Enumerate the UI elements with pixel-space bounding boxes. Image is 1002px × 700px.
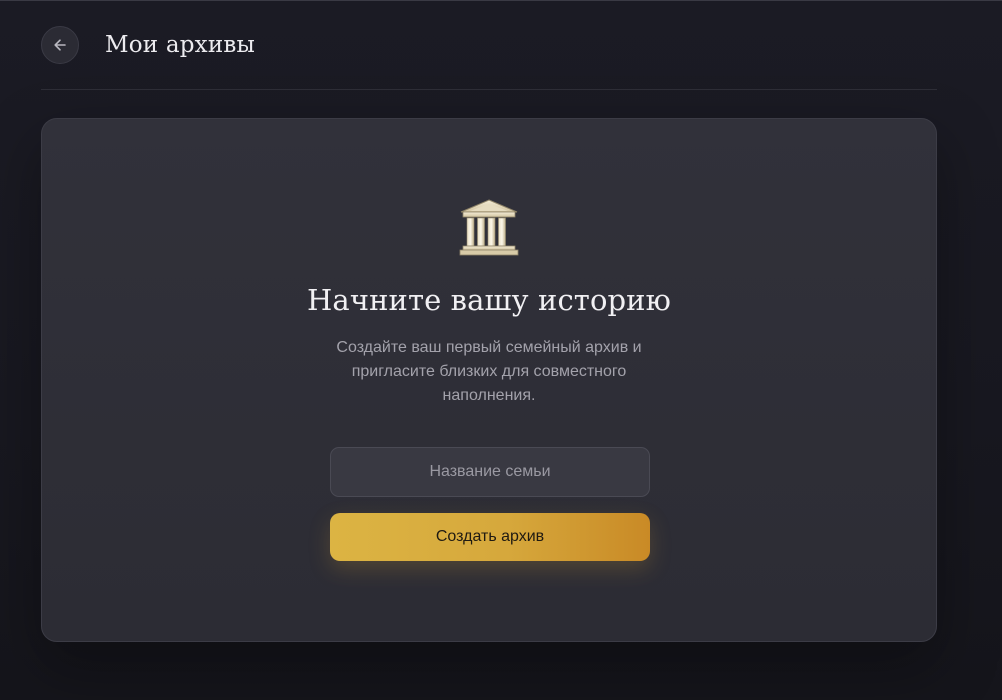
back-button[interactable] <box>41 26 79 64</box>
family-name-input[interactable] <box>330 447 650 497</box>
empty-state-card: Начните вашу историю Создайте ваш первый… <box>41 118 937 642</box>
page-title: Мои архивы <box>105 32 256 58</box>
arrow-left-icon <box>54 39 66 51</box>
empty-state-title: Начните вашу историю <box>307 283 671 317</box>
empty-state-description: Создайте ваш первый семейный архив и при… <box>336 339 642 404</box>
window-top-border <box>0 0 1002 1</box>
page-header: Мои архивы <box>41 25 937 65</box>
classical-building-icon <box>459 199 519 256</box>
header-divider <box>41 89 937 90</box>
create-archive-button[interactable]: Создать архив <box>330 513 650 561</box>
